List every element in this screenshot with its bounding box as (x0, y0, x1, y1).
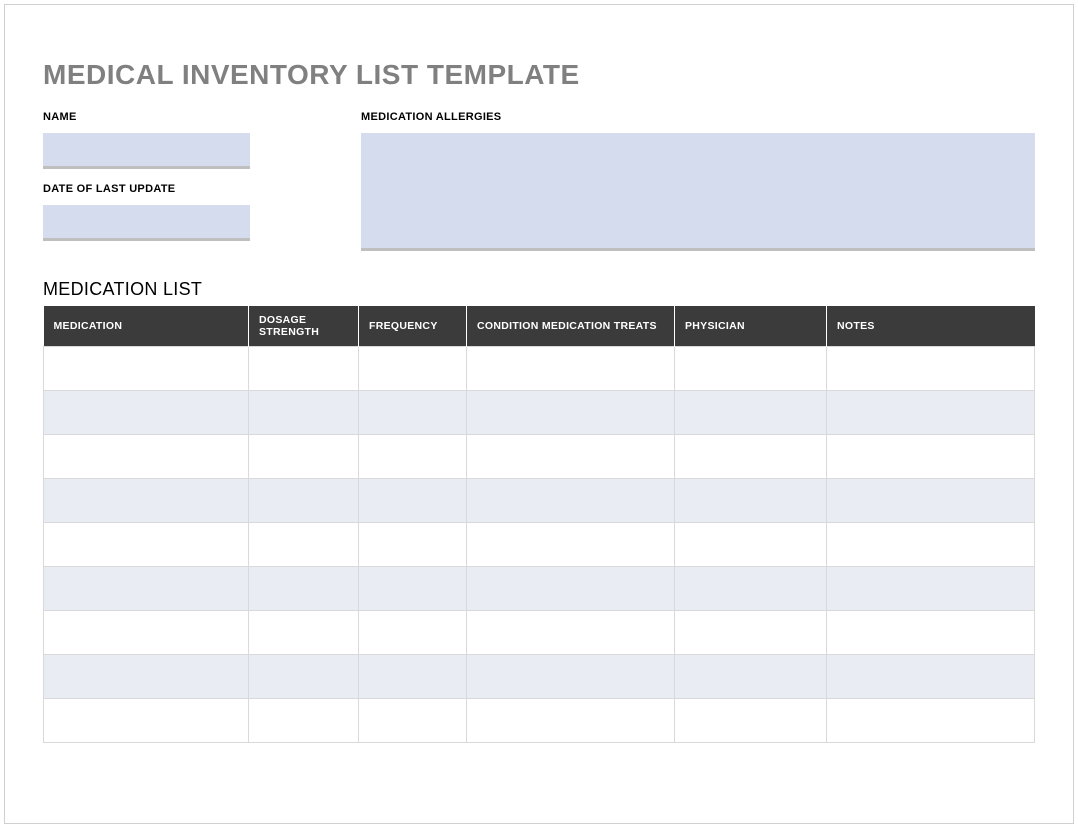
cell-dosage[interactable] (249, 391, 359, 435)
cell-notes[interactable] (827, 699, 1035, 743)
table-row (44, 655, 1035, 699)
cell-frequency[interactable] (359, 479, 467, 523)
cell-condition[interactable] (467, 699, 675, 743)
cell-notes[interactable] (827, 655, 1035, 699)
cell-frequency[interactable] (359, 567, 467, 611)
cell-frequency[interactable] (359, 347, 467, 391)
cell-physician[interactable] (675, 391, 827, 435)
cell-notes[interactable] (827, 523, 1035, 567)
cell-dosage[interactable] (249, 699, 359, 743)
table-row (44, 391, 1035, 435)
th-medication: MEDICATION (44, 306, 249, 347)
cell-condition[interactable] (467, 523, 675, 567)
date-label: DATE OF LAST UPDATE (43, 183, 361, 195)
section-label: MEDICATION LIST (43, 279, 1035, 300)
cell-notes[interactable] (827, 611, 1035, 655)
cell-physician[interactable] (675, 567, 827, 611)
name-label: NAME (43, 111, 361, 123)
cell-notes[interactable] (827, 347, 1035, 391)
cell-physician[interactable] (675, 655, 827, 699)
cell-dosage[interactable] (249, 523, 359, 567)
cell-condition[interactable] (467, 611, 675, 655)
cell-notes[interactable] (827, 391, 1035, 435)
cell-dosage[interactable] (249, 479, 359, 523)
table-row (44, 611, 1035, 655)
th-condition: CONDITION MEDICATION TREATS (467, 306, 675, 347)
cell-frequency[interactable] (359, 435, 467, 479)
document-frame: MEDICAL INVENTORY LIST TEMPLATE NAME DAT… (4, 4, 1074, 824)
cell-dosage[interactable] (249, 611, 359, 655)
cell-medication[interactable] (44, 347, 249, 391)
cell-frequency[interactable] (359, 523, 467, 567)
th-physician: PHYSICIAN (675, 306, 827, 347)
page-title: MEDICAL INVENTORY LIST TEMPLATE (43, 59, 1035, 91)
cell-medication[interactable] (44, 435, 249, 479)
cell-physician[interactable] (675, 435, 827, 479)
right-fields: MEDICATION ALLERGIES (361, 111, 1035, 255)
cell-frequency[interactable] (359, 699, 467, 743)
table-row (44, 699, 1035, 743)
cell-frequency[interactable] (359, 655, 467, 699)
cell-physician[interactable] (675, 699, 827, 743)
cell-dosage[interactable] (249, 435, 359, 479)
cell-condition[interactable] (467, 391, 675, 435)
cell-condition[interactable] (467, 479, 675, 523)
cell-medication[interactable] (44, 479, 249, 523)
cell-physician[interactable] (675, 479, 827, 523)
cell-condition[interactable] (467, 567, 675, 611)
cell-medication[interactable] (44, 567, 249, 611)
cell-physician[interactable] (675, 523, 827, 567)
cell-condition[interactable] (467, 655, 675, 699)
table-row (44, 435, 1035, 479)
left-fields: NAME DATE OF LAST UPDATE (43, 111, 361, 255)
allergies-input[interactable] (361, 133, 1035, 251)
th-frequency: FREQUENCY (359, 306, 467, 347)
allergies-label: MEDICATION ALLERGIES (361, 111, 1035, 123)
medication-table: MEDICATION DOSAGE STRENGTH FREQUENCY CON… (43, 306, 1035, 743)
cell-physician[interactable] (675, 611, 827, 655)
table-row (44, 523, 1035, 567)
cell-dosage[interactable] (249, 567, 359, 611)
cell-notes[interactable] (827, 479, 1035, 523)
cell-medication[interactable] (44, 391, 249, 435)
name-input[interactable] (43, 133, 250, 169)
cell-dosage[interactable] (249, 347, 359, 391)
cell-condition[interactable] (467, 435, 675, 479)
cell-medication[interactable] (44, 655, 249, 699)
cell-frequency[interactable] (359, 611, 467, 655)
cell-notes[interactable] (827, 567, 1035, 611)
cell-medication[interactable] (44, 523, 249, 567)
table-row (44, 479, 1035, 523)
cell-medication[interactable] (44, 611, 249, 655)
cell-condition[interactable] (467, 347, 675, 391)
table-row (44, 567, 1035, 611)
top-fields: NAME DATE OF LAST UPDATE MEDICATION ALLE… (43, 111, 1035, 255)
cell-medication[interactable] (44, 699, 249, 743)
table-row (44, 347, 1035, 391)
cell-notes[interactable] (827, 435, 1035, 479)
cell-frequency[interactable] (359, 391, 467, 435)
date-input[interactable] (43, 205, 250, 241)
th-dosage: DOSAGE STRENGTH (249, 306, 359, 347)
cell-physician[interactable] (675, 347, 827, 391)
table-header-row: MEDICATION DOSAGE STRENGTH FREQUENCY CON… (44, 306, 1035, 347)
cell-dosage[interactable] (249, 655, 359, 699)
th-notes: NOTES (827, 306, 1035, 347)
